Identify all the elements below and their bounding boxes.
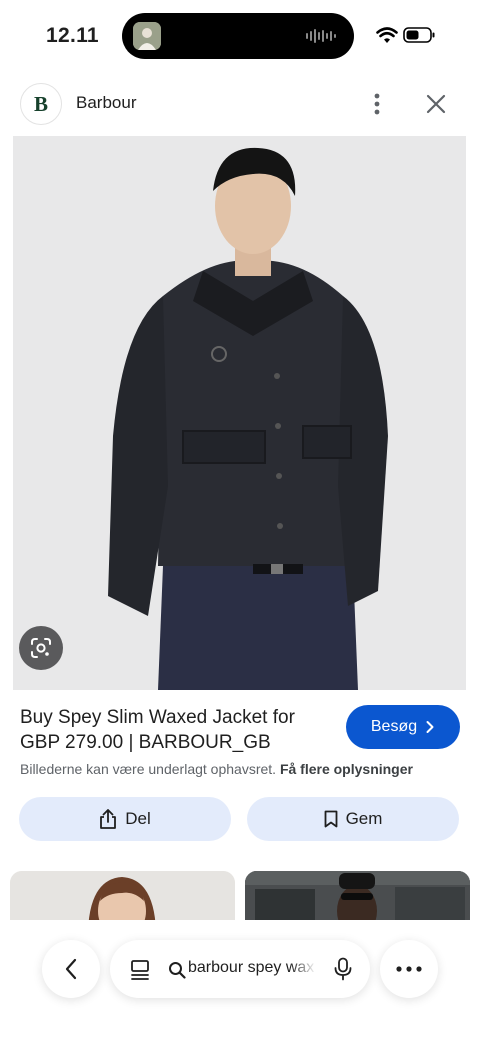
- site-name[interactable]: Barbour: [76, 93, 136, 113]
- battery-icon: [403, 27, 435, 43]
- more-horiz-icon: [396, 966, 422, 972]
- back-arrow-icon: [65, 958, 77, 980]
- product-title[interactable]: Buy Spey Slim Waxed Jacket for GBP 279.0…: [20, 705, 330, 755]
- chevron-right-icon: [426, 721, 434, 733]
- google-lens-icon: [31, 638, 51, 658]
- mic-icon[interactable]: [334, 957, 352, 981]
- status-bar: 12.11: [0, 0, 480, 70]
- search-icon: [169, 962, 186, 979]
- wifi-icon: [376, 27, 398, 43]
- share-icon: [100, 809, 117, 829]
- site-header: B Barbour: [0, 80, 480, 128]
- more-vert-icon[interactable]: [366, 92, 388, 116]
- share-label: Del: [125, 809, 151, 828]
- back-button[interactable]: [42, 940, 100, 998]
- google-lens-button[interactable]: [19, 626, 63, 670]
- bookmark-icon: [324, 810, 337, 828]
- island-avatar: [133, 22, 161, 50]
- tabs-icon[interactable]: [130, 959, 150, 981]
- search-query[interactable]: barbour spey wax: [188, 959, 316, 977]
- more-options-button[interactable]: [380, 940, 438, 998]
- audio-wave-icon: [306, 29, 336, 43]
- visit-button[interactable]: Besøg: [346, 705, 460, 749]
- product-image[interactable]: [13, 136, 466, 690]
- save-button[interactable]: Gem: [247, 797, 459, 841]
- copyright-text: Billederne kan være underlagt ophavsret.: [20, 761, 277, 777]
- dynamic-island[interactable]: [122, 13, 354, 59]
- close-icon[interactable]: [424, 92, 448, 116]
- share-button[interactable]: Del: [19, 797, 231, 841]
- search-bar[interactable]: barbour spey wax: [110, 940, 370, 998]
- copyright-notice: Billederne kan være underlagt ophavsret.…: [20, 761, 413, 777]
- save-label: Gem: [345, 809, 383, 828]
- more-info-link[interactable]: Få flere oplysninger: [280, 761, 413, 777]
- status-time: 12.11: [46, 24, 99, 47]
- visit-label: Besøg: [370, 718, 418, 735]
- site-logo[interactable]: B: [20, 83, 62, 125]
- jacket-photo: [13, 136, 466, 690]
